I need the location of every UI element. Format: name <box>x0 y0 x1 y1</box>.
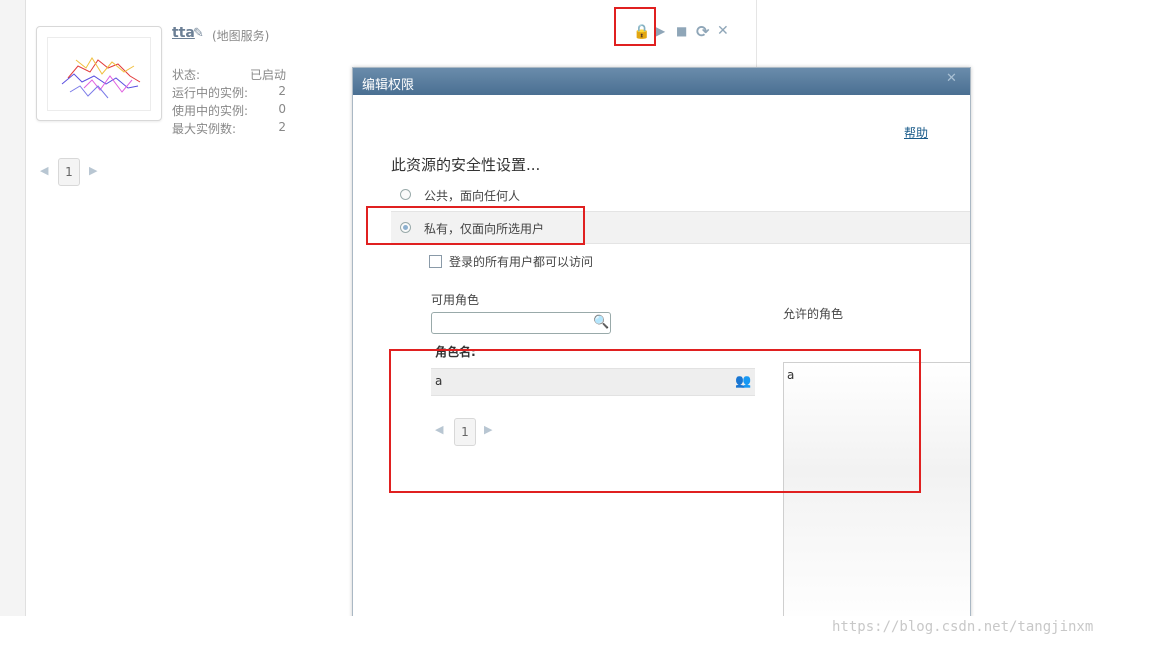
service-thumbnail[interactable] <box>36 26 162 121</box>
start-icon[interactable]: ▶ <box>656 24 665 38</box>
roles-highlight-box <box>389 349 921 493</box>
pager-page[interactable]: 1 <box>58 158 80 186</box>
allowed-roles-label: 允许的角色 <box>783 307 844 321</box>
stat-running-value: 2 <box>278 84 286 98</box>
map-preview-drawing <box>61 57 141 99</box>
edit-permissions-dialog: 编辑权限 ✕ 帮助 此资源的安全性设置... 公共，面向任何人 私有，仅面向所选… <box>352 67 971 629</box>
pager-prev-icon[interactable]: ◀ <box>40 164 48 177</box>
security-heading: 此资源的安全性设置... <box>391 156 541 174</box>
stat-max-value: 2 <box>278 120 286 134</box>
service-name-link[interactable]: tta <box>172 25 195 41</box>
dialog-title: 编辑权限 <box>362 78 415 93</box>
role-search-input[interactable]: 🔍 <box>431 312 611 334</box>
stop-icon[interactable]: ■ <box>676 24 687 38</box>
lock-highlight-box <box>614 7 656 46</box>
logged-in-users-label: 登录的所有用户都可以访问 <box>449 255 594 269</box>
help-link[interactable]: 帮助 <box>904 124 928 141</box>
pager-next-icon[interactable]: ▶ <box>89 164 97 177</box>
dialog-title-bar[interactable]: 编辑权限 ✕ <box>353 68 970 95</box>
service-type: (地图服务) <box>212 29 270 43</box>
edit-pencil-icon[interactable]: ✎ <box>193 26 204 41</box>
search-icon[interactable]: 🔍 <box>593 315 609 330</box>
watermark: https://blog.csdn.net/tangjinxm <box>832 619 1094 635</box>
private-highlight-box <box>366 206 585 245</box>
refresh-icon[interactable]: ⟳ <box>696 22 709 41</box>
logged-in-users-checkbox[interactable] <box>429 255 442 268</box>
delete-icon[interactable]: ✕ <box>717 23 729 39</box>
map-preview <box>47 37 151 111</box>
stat-status-value: 已启动 <box>249 68 286 82</box>
stat-status-label: 状态: <box>172 68 201 82</box>
available-roles-label: 可用角色 <box>431 293 480 307</box>
radio-public-label: 公共，面向任何人 <box>424 189 521 203</box>
radio-public[interactable] <box>400 189 411 200</box>
stat-in-use-value: 0 <box>278 102 286 116</box>
left-gutter <box>0 0 26 616</box>
close-icon[interactable]: ✕ <box>946 71 957 86</box>
